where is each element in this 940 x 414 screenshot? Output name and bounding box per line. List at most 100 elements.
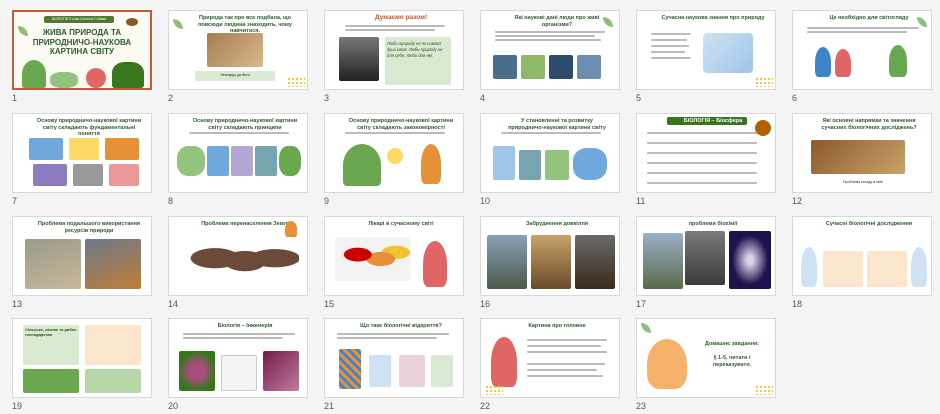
slide-thumbnail[interactable]: Це необхідно для світогляду 6 xyxy=(792,10,940,106)
plants-illustration xyxy=(112,62,144,88)
slide-title: Які наукові дані люди про живі організми… xyxy=(514,15,600,28)
photo xyxy=(487,235,527,289)
photo xyxy=(685,231,725,285)
info-card xyxy=(85,325,141,365)
photo xyxy=(531,235,571,289)
slide-number: 18 xyxy=(792,299,803,309)
slide-number: 20 xyxy=(168,401,179,411)
slide-thumbnail[interactable]: Природа так про все подбала, що повсюди … xyxy=(168,10,324,106)
info-card xyxy=(823,251,863,287)
pills-illustration xyxy=(399,355,425,387)
slide-thumbnail[interactable]: Картина про головне 22 xyxy=(480,318,636,414)
photo xyxy=(25,239,81,289)
slide-title: Картина про головне xyxy=(528,323,586,329)
slide-thumbnail[interactable]: Лікарі в сучасному світі 15 xyxy=(324,216,480,312)
portrait-image xyxy=(339,37,379,81)
slide-thumbnail[interactable]: Сучасна наукова знання про природу 5 xyxy=(636,10,792,106)
title-slide-badge: БІОЛОГІЯ 5 клас Біологія Собаки xyxy=(44,16,114,23)
slide-title: Основу природничо-наукової картини світу… xyxy=(348,118,454,131)
slide-thumbnail[interactable]: Сучасні біологічні дослідження 18 xyxy=(792,216,940,312)
slide-number: 21 xyxy=(324,401,335,411)
slide-number: 4 xyxy=(480,93,486,103)
leaf-decoration xyxy=(18,26,28,36)
photo xyxy=(263,351,299,391)
slide-title: Біологія – Інженерія xyxy=(217,323,273,329)
slide-title: Сучасна наукова знання про природу xyxy=(661,15,765,21)
dots-decoration xyxy=(755,385,773,395)
bush-illustration xyxy=(50,72,78,88)
lab-illustration xyxy=(493,146,515,180)
slide-thumbnail[interactable]: проблеми біохімії 17 xyxy=(636,216,792,312)
slide-number: 22 xyxy=(480,401,491,411)
photo xyxy=(221,355,257,391)
leaf-decoration xyxy=(641,323,651,333)
slide-title: Проблема подальшого використання ресурсі… xyxy=(37,221,141,234)
microscope-illustration xyxy=(431,355,453,387)
slide-thumbnail[interactable]: Що таке біологічні відкриття? 21 xyxy=(324,318,480,414)
slide-sorter-view: БІОЛОГІЯ 5 клас Біологія Собаки ЖИВА ПРИ… xyxy=(0,0,940,414)
photo xyxy=(33,164,67,186)
slide-thumbnail[interactable]: Основу природничо-наукової картини світу… xyxy=(12,113,168,209)
dna-illustration xyxy=(339,349,361,389)
slide-number: 2 xyxy=(168,93,174,103)
photo xyxy=(255,146,277,176)
tree-illustration xyxy=(22,60,46,88)
scientist-illustration xyxy=(911,247,927,287)
photo xyxy=(575,235,615,289)
slide-thumbnail[interactable]: Домашнє завдання: § 1-5, читати і перека… xyxy=(636,318,792,414)
icon-circle xyxy=(387,148,403,164)
photo xyxy=(207,146,229,176)
slide-thumbnail[interactable]: Забруднення довкілля 16 xyxy=(480,216,636,312)
slide-number: 13 xyxy=(12,299,23,309)
slide-thumbnail[interactable]: Думаємо разом! Люби природу не як символ… xyxy=(324,10,480,106)
photo xyxy=(577,55,601,79)
portrait-image xyxy=(755,120,771,136)
teacher-illustration xyxy=(421,144,441,184)
slide-number: 5 xyxy=(636,93,642,103)
slide-number: 9 xyxy=(324,196,330,206)
photo xyxy=(69,138,99,160)
slide-thumbnail[interactable]: Основу природничо-наукової картини світу… xyxy=(324,113,480,209)
photo xyxy=(179,351,215,391)
slide-thumbnail[interactable]: Проблема перенаселення Землі 14 xyxy=(168,216,324,312)
plant-illustration xyxy=(279,146,301,176)
slide-title: Сільське, лісове та рибне господарство xyxy=(25,327,77,337)
slide-title: Що таке біологічні відкриття? xyxy=(360,323,442,329)
photo xyxy=(105,138,139,160)
quote-text: Люби природу не як символ душі своєї. Лю… xyxy=(387,41,443,58)
slide-thumbnail[interactable]: Проблема подальшого використання ресурсі… xyxy=(12,216,168,312)
slide-thumbnail[interactable]: Які наукові дані люди про живі організми… xyxy=(480,10,636,106)
image-caption: Проблема голоду в світі xyxy=(843,180,883,184)
tree-illustration xyxy=(343,144,381,186)
student-illustration xyxy=(835,49,851,77)
slide-thumbnail[interactable]: БІОЛОГІЯ 5 клас Біологія Собаки ЖИВА ПРИ… xyxy=(12,10,168,106)
photo xyxy=(493,55,517,79)
flower-illustration xyxy=(86,68,106,88)
slide-thumbnail[interactable]: Основу природничо-наукової картини світу… xyxy=(168,113,324,209)
world-map-illustration xyxy=(179,235,299,293)
photo xyxy=(521,55,545,79)
slide-number: 6 xyxy=(792,93,798,103)
image-caption: Леонардо да Вінчі xyxy=(220,73,250,77)
slide-number: 17 xyxy=(636,299,647,309)
slide-thumbnail[interactable]: У становленні та розвитку природничо-нау… xyxy=(480,113,636,209)
slide-thumbnail[interactable]: Які основні напрямки та значення сучасни… xyxy=(792,113,940,209)
info-card xyxy=(867,251,907,287)
slide-title: Це необхідно для світогляду xyxy=(829,15,909,21)
slide-title: Домашнє завдання: xyxy=(704,341,760,347)
photo xyxy=(109,164,139,186)
slide-title: Основу природничо-наукової картини світу… xyxy=(192,118,298,131)
photo xyxy=(519,150,541,180)
slide-thumbnail[interactable]: Сільське, лісове та рибне господарство 1… xyxy=(12,318,168,414)
slide-title: Основу природничо-наукової картини світу… xyxy=(36,118,142,137)
slide-thumbnail[interactable]: Біологія – Інженерія 20 xyxy=(168,318,324,414)
slide-number: 23 xyxy=(636,401,647,411)
photo xyxy=(85,239,141,289)
slide-thumbnail[interactable]: БІОЛОГІЯ – Біосфера 11 xyxy=(636,113,792,209)
reading-girl-illustration xyxy=(647,339,687,389)
teacher-illustration xyxy=(491,337,517,387)
teacher-illustration xyxy=(423,241,447,287)
slide-title: проблеми біохімії xyxy=(688,221,738,227)
slide-number: 19 xyxy=(12,401,23,411)
photo xyxy=(643,233,683,289)
